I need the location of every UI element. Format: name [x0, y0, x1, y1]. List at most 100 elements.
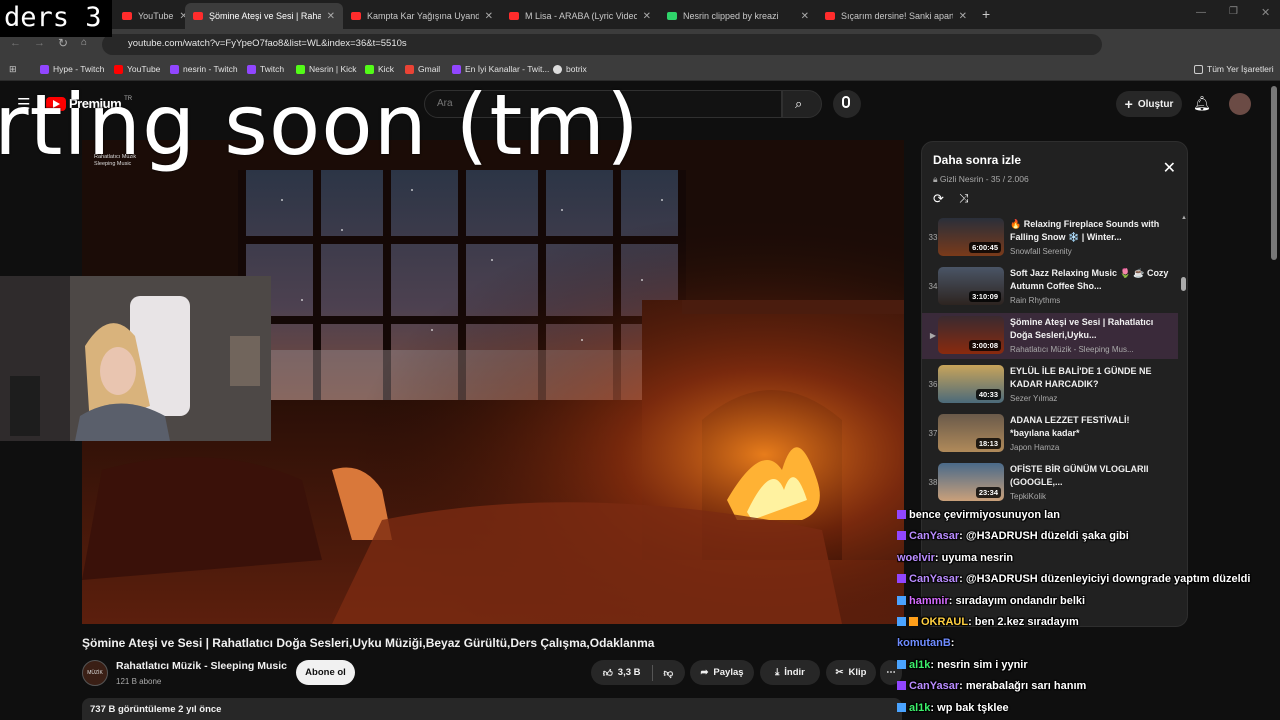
rug [332, 502, 842, 624]
item-thumbnail: 40:33 [938, 365, 1004, 403]
item-channel: Rain Rhythms [1010, 296, 1061, 305]
kick-favicon-icon [667, 12, 677, 20]
tab-label: Şömine Ateşi ve Sesi | Rahatlat [209, 11, 321, 21]
chat-message: komutanB: [897, 637, 1280, 649]
bookmark-item[interactable]: Twitch [247, 64, 284, 74]
tab-label: M Lisa - ARABA (Lyric Video) - Y [525, 11, 637, 21]
search-button[interactable]: ⌕ [782, 90, 822, 118]
webcam-frame [0, 276, 271, 441]
minimize-icon[interactable]: — [1196, 7, 1206, 18]
chat-message: woelvir: uyuma nesrin [897, 552, 1280, 564]
playlist-item-current[interactable]: ▶ 3:00:08 Şömine Ateşi ve Sesi | Rahatla… [922, 313, 1178, 359]
back-icon[interactable]: ← [10, 37, 21, 49]
thumbs-down-icon[interactable]: 👎︎ [664, 667, 674, 679]
video-description-box[interactable]: 737 B görüntüleme 2 yıl önce [82, 698, 902, 720]
reload-icon[interactable]: ↻ [58, 36, 68, 50]
sub-badge-icon [897, 681, 906, 690]
item-duration: 3:00:08 [969, 340, 1001, 351]
all-bookmarks[interactable]: Tüm Yer İşaretleri [1194, 64, 1274, 74]
url-field[interactable]: youtube.com/watch?v=FyYpeO7fao8&list=WL&… [102, 34, 1102, 55]
browser-tab[interactable]: M Lisa - ARABA (Lyric Video) - Y ✕ [501, 3, 659, 29]
page-scrollbar[interactable] [1271, 86, 1277, 260]
browser-tab[interactable]: YouTube ✕ [114, 3, 186, 29]
chat-text: : @H3ADRUSH düzeldi şaka gibi [959, 530, 1129, 542]
close-tab-icon[interactable]: ✕ [485, 11, 493, 22]
playlist-item[interactable]: 34 3:10:09 Soft Jazz Relaxing Music 🌷 ☕ … [922, 264, 1178, 310]
chat-user: OKRAUL [921, 616, 969, 628]
download-label: İndir [784, 667, 805, 678]
playlist-item[interactable]: 36 40:33 EYLÜL İLE BALİ'DE 1 GÜNDE NE KA… [922, 362, 1178, 408]
close-tab-icon[interactable]: ✕ [959, 11, 967, 22]
bookmark-item[interactable]: botrix [553, 64, 587, 74]
bookmark-item[interactable]: Hype - Twitch [40, 64, 104, 74]
chat-text: : [950, 637, 955, 649]
address-bar-row: ← → ↻ ⌂ youtube.com/watch?v=FyYpeO7fao8&… [0, 29, 1280, 80]
bookmark-item[interactable]: YouTube [114, 64, 160, 74]
bookmark-item[interactable]: En İyi Kanallar - Twit... [452, 64, 549, 74]
chat-user: komutanB [897, 637, 951, 649]
playlist-item[interactable]: 38 23:34 OFİSTE BİR GÜNÜM VLOGLARII (GOO… [922, 460, 1178, 506]
streamer-webcam [0, 276, 271, 441]
share-icon: ➦ [700, 667, 709, 678]
chat-user: al1k [909, 702, 931, 714]
channel-avatar[interactable]: MÜZİK [82, 660, 108, 686]
playlist-item[interactable]: 33 6:00:45 🔥 Relaxing Fireplace Sounds w… [922, 215, 1178, 261]
bookmark-item[interactable]: Kick [365, 64, 394, 74]
bookmark-item[interactable]: Nesrin | Kick [296, 64, 357, 74]
close-window-icon[interactable]: ✕ [1261, 6, 1270, 19]
browser-tab[interactable]: Nesrin clipped by kreazi ✕ [659, 3, 817, 29]
stream-chat-overlay: bence çevirmiyosunuyon lan CanYasar: @H3… [897, 509, 1280, 720]
view-count-date: 737 B görüntüleme 2 yıl önce [90, 704, 222, 715]
sofa [82, 457, 322, 580]
plus-icon: + [1124, 96, 1133, 112]
kick-icon [296, 64, 305, 74]
kick-icon [365, 64, 374, 74]
youtube-favicon-icon [193, 12, 203, 20]
url-text: youtube.com/watch?v=FyYpeO7fao8&list=WL&… [128, 38, 407, 49]
maximize-icon[interactable]: ❐ [1229, 6, 1238, 17]
bookmark-item[interactable]: nesrin - Twitch [170, 64, 238, 74]
share-button[interactable]: ➦ Paylaş [690, 660, 754, 685]
home-icon[interactable]: ⌂ [81, 37, 87, 48]
playlist-item[interactable]: 37 18:13 ADANA LEZZET FESTİVALİ! *bayıla… [922, 411, 1178, 457]
account-avatar[interactable] [1229, 93, 1251, 115]
chat-user: hammir [909, 595, 949, 607]
voice-search-button[interactable] [833, 90, 861, 118]
item-thumbnail: 23:34 [938, 463, 1004, 501]
share-label: Paylaş [713, 667, 744, 678]
browser-tab[interactable]: Kampta Kar Yağışına Uyandı ✕ [343, 3, 501, 29]
bookmark-label: Gmail [418, 64, 441, 74]
like-dislike-group: 👍︎ 3,3 B 👎︎ [591, 660, 685, 685]
close-tab-icon[interactable]: ✕ [327, 11, 335, 22]
new-tab-icon[interactable]: + [982, 6, 990, 22]
twitch-icon [247, 64, 256, 74]
avatar-text: MÜZİK [87, 670, 103, 676]
bookmark-label: Nesrin | Kick [309, 64, 357, 74]
apps-grid-icon[interactable]: ⊞ [9, 64, 17, 75]
notifications-bell-icon[interactable]: 🔔︎ [1193, 95, 1211, 112]
browser-tab[interactable]: Sıçarım dersine! Sanki apartma ✕ [817, 3, 975, 29]
close-tab-icon[interactable]: ✕ [643, 11, 651, 22]
chat-user: CanYasar [909, 573, 960, 585]
gift-badge-icon [897, 660, 906, 669]
shuffle-icon[interactable]: ⤨ [959, 191, 969, 206]
playlist-meta-text: Gizli Nesrin - 35 / 2.006 [939, 174, 1029, 184]
browser-tab-active[interactable]: Şömine Ateşi ve Sesi | Rahatlat ✕ [185, 3, 343, 29]
youtube-favicon-icon [351, 12, 361, 20]
forward-icon[interactable]: → [34, 37, 45, 49]
gift-badge-icon [897, 703, 906, 712]
like-button[interactable]: 👍︎ 3,3 B [603, 667, 641, 679]
youtube-icon [114, 64, 123, 74]
item-title: OFİSTE BİR GÜNÜM VLOGLARII (GOOGLE,... [1010, 464, 1149, 487]
close-playlist-icon[interactable]: ✕ [1163, 158, 1176, 178]
subscribe-button[interactable]: Abone ol [296, 660, 355, 685]
bookmark-item[interactable]: Gmail [405, 64, 440, 74]
item-thumbnail: 6:00:45 [938, 218, 1004, 256]
chat-message: OKRAUL: ben 2.kez sıradayım [897, 616, 1280, 628]
clip-button[interactable]: ✂ Klip [826, 660, 876, 685]
create-button[interactable]: + Oluştur [1116, 91, 1182, 117]
loop-icon[interactable]: ⟳ [933, 191, 944, 207]
channel-name[interactable]: Rahatlatıcı Müzik - Sleeping Music [116, 660, 287, 672]
close-tab-icon[interactable]: ✕ [801, 11, 809, 22]
download-button[interactable]: ⤓ İndir [760, 660, 820, 685]
